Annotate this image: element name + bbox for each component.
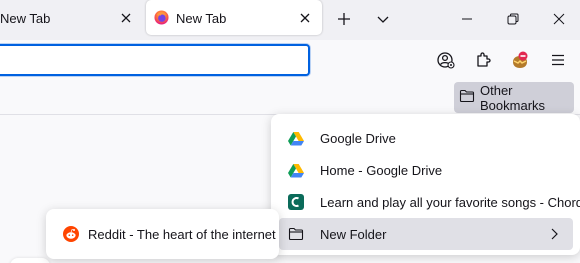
tab-title: New Tab xyxy=(0,11,51,26)
hamburger-menu-icon[interactable] xyxy=(547,49,569,71)
close-icon[interactable] xyxy=(297,10,313,26)
url-input[interactable] xyxy=(0,46,308,74)
bookmark-item-google-drive[interactable]: Google Drive xyxy=(279,122,573,154)
tab-new-tab-1[interactable]: New Tab xyxy=(0,0,138,36)
bookmark-label: Home - Google Drive xyxy=(320,162,443,178)
google-drive-icon xyxy=(288,162,304,178)
tab-strip: New Tab New Tab xyxy=(0,0,580,40)
navigation-toolbar xyxy=(0,40,580,82)
account-icon[interactable] xyxy=(435,49,457,71)
chevron-right-icon xyxy=(547,227,561,241)
bookmark-item-reddit[interactable]: Reddit - The heart of the internet xyxy=(54,218,276,250)
restore-icon[interactable] xyxy=(503,9,523,29)
close-icon[interactable] xyxy=(549,9,569,29)
bookmark-label: Learn and play all your favorite songs -… xyxy=(320,194,580,210)
bookmark-item-chordify[interactable]: Learn and play all your favorite songs -… xyxy=(279,186,580,218)
bookmark-label: Google Drive xyxy=(320,130,396,146)
tab-new-tab-2[interactable]: New Tab xyxy=(146,0,322,35)
chordify-icon xyxy=(288,194,304,210)
google-drive-icon xyxy=(288,130,304,146)
bookmark-label: New Folder xyxy=(320,226,387,242)
bookmark-item-home-google-drive[interactable]: Home - Google Drive xyxy=(279,154,573,186)
firefox-icon xyxy=(154,10,169,25)
bookmark-label: Reddit - The heart of the internet xyxy=(88,226,276,242)
content-card xyxy=(10,258,50,263)
tab-title: New Tab xyxy=(176,11,227,26)
close-icon[interactable] xyxy=(118,10,134,26)
plus-icon[interactable] xyxy=(334,9,354,29)
folder-icon xyxy=(288,226,304,242)
other-bookmarks-label: Other Bookmarks xyxy=(480,82,546,113)
url-bar[interactable] xyxy=(0,44,310,76)
other-bookmarks-menu: Google Drive Home - Google Drive Learn a… xyxy=(271,114,580,255)
addon-icon[interactable] xyxy=(509,49,531,71)
reddit-icon xyxy=(63,226,79,242)
extensions-icon[interactable] xyxy=(472,49,494,71)
minimize-icon[interactable] xyxy=(457,9,477,29)
bookmark-folder-new-folder[interactable]: New Folder xyxy=(279,218,573,250)
other-bookmarks-button[interactable]: Other Bookmarks xyxy=(454,82,574,113)
folder-icon xyxy=(459,88,475,107)
bookmarks-toolbar: Other Bookmarks xyxy=(0,82,580,115)
new-folder-submenu: Reddit - The heart of the internet xyxy=(46,209,279,259)
chevron-down-icon[interactable] xyxy=(373,9,393,29)
